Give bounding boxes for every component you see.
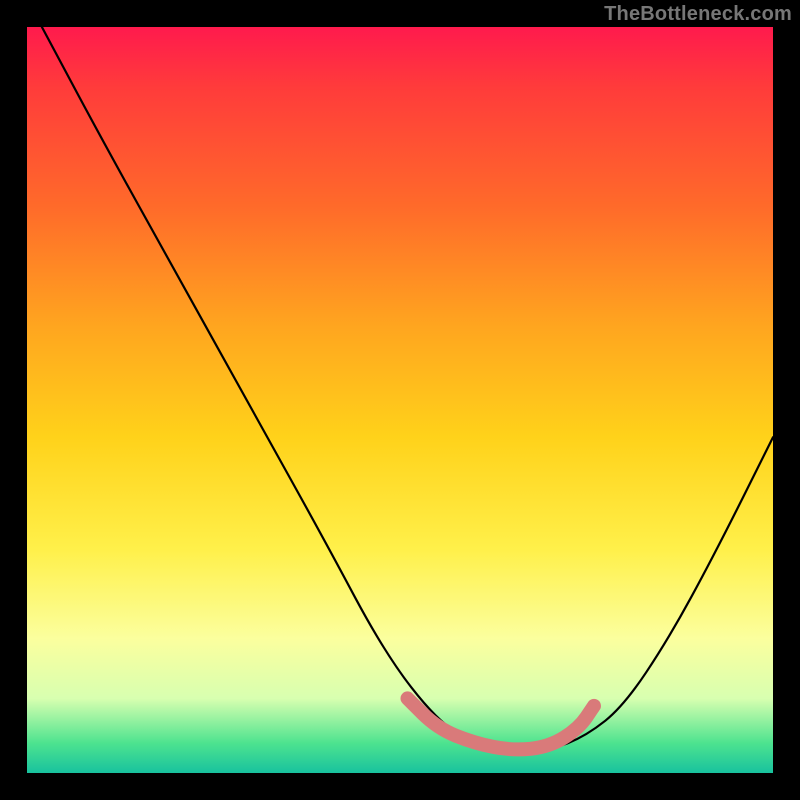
chart-canvas: TheBottleneck.com xyxy=(0,0,800,800)
plot-gradient-area xyxy=(27,27,773,773)
watermark-text: TheBottleneck.com xyxy=(604,3,792,26)
